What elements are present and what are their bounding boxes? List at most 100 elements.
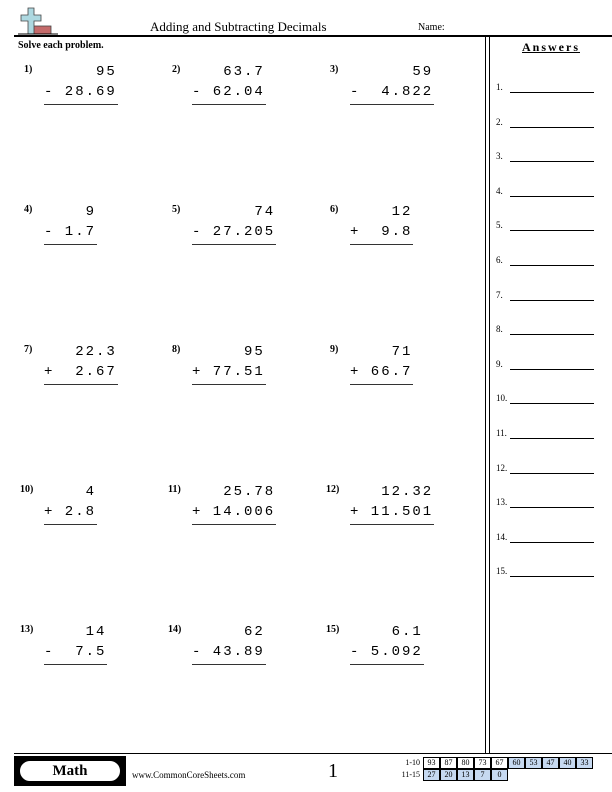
problem-number: 5) [172,204,181,215]
answer-input-line[interactable] [510,541,594,543]
score-cell: 93 [423,757,440,769]
problem-bottom-operand: + 77.51 [192,364,265,380]
answer-input-line[interactable] [510,299,594,301]
answers-title: Answers [522,40,580,54]
answer-input-line[interactable] [510,507,594,509]
problem-bottom-operand: - 1.7 [44,224,97,240]
answer-rule [192,104,266,105]
answer-rule [350,524,434,525]
problem-bottom-operand: + 2.8 [44,504,97,520]
problem-bottom-operand: - 43.89 [192,644,265,660]
problem-number: 7) [24,344,33,355]
column-divider [485,37,486,753]
problem-top-operand: 59 [350,64,434,80]
problem-top-operand: 95 [44,64,117,80]
problem-number: 4) [24,204,33,215]
answer-rule [192,524,276,525]
problem-top-operand: 25.78 [192,484,276,500]
problem-number: 1) [24,64,33,75]
answer-input-line[interactable] [510,92,594,93]
answer-label: 15. [496,566,508,577]
problem-number: 2) [172,64,181,75]
problem-number: 10) [20,484,34,495]
answer-input-line[interactable] [510,368,594,370]
answer-rule [44,104,118,105]
answer-label: 7. [496,289,503,300]
problem-number: 9) [330,344,339,355]
problem-top-operand: 4 [44,484,97,500]
score-range-label: 1-10 [405,758,420,767]
problem-bottom-operand: - 62.04 [192,84,265,100]
answer-label: 4. [496,185,503,196]
score-cell: 47 [542,757,559,769]
problem-number: 3) [330,64,339,75]
problem-number: 15) [326,624,340,635]
answer-input-line[interactable] [510,230,594,232]
problem-bottom-operand: - 27.205 [192,224,276,240]
answer-label: 13. [496,497,508,508]
answer-input-line[interactable] [510,195,594,197]
problem-bottom-operand: + 9.8 [350,224,413,240]
answer-label: 9. [496,358,503,369]
problem-top-operand: 71 [350,344,413,360]
problem-top-operand: 14 [44,624,107,640]
answer-label: 10. [496,393,508,404]
problem-number: 6) [330,204,339,215]
plus-eraser-logo-icon [18,7,58,35]
problem-bottom-operand: - 4.822 [350,84,434,100]
problem-top-operand: 12 [350,204,413,220]
answer-input-line[interactable] [510,403,594,405]
problem-bottom-operand: - 28.69 [44,84,117,100]
footer-divider [14,753,612,754]
score-cell: 20 [440,769,457,781]
score-cell: 60 [508,757,525,769]
answer-rule [192,664,266,665]
answer-rule [350,384,413,385]
answer-rule [350,104,434,105]
problem-top-operand: 9 [44,204,97,220]
problem-bottom-operand: - 7.5 [44,644,107,660]
score-cell: 0 [491,769,508,781]
answer-rule [192,244,276,245]
problem-top-operand: 62 [192,624,265,640]
answer-label: 5. [496,220,503,231]
answer-input-line[interactable] [510,576,594,578]
answer-input-line[interactable] [510,472,594,474]
problem-bottom-operand: + 66.7 [350,364,413,380]
answer-rule [44,664,107,665]
name-label: Name: [418,22,445,33]
answer-rule [44,384,118,385]
problem-bottom-operand: + 14.006 [192,504,276,520]
answer-label: 14. [496,531,508,542]
score-cell: 80 [457,757,474,769]
problem-bottom-operand: + 11.501 [350,504,434,520]
score-cell: 73 [474,757,491,769]
answer-label: 2. [496,116,503,127]
problem-bottom-operand: + 2.67 [44,364,117,380]
column-divider [489,37,490,753]
problem-top-operand: 95 [192,344,265,360]
answer-input-line[interactable] [510,126,594,128]
instructions: Solve each problem. [18,40,104,51]
score-cell: 33 [576,757,593,769]
answer-label: 1. [496,82,503,92]
subject-badge: Math [18,759,122,783]
header-divider [14,35,612,37]
answer-input-line[interactable] [510,334,594,336]
score-cell: 13 [457,769,474,781]
answer-label: 12. [496,462,508,473]
problem-top-operand: 6.1 [350,624,423,640]
problem-number: 8) [172,344,181,355]
answer-rule [44,244,97,245]
answer-label: 6. [496,255,503,265]
answer-rule [44,524,97,525]
score-cell: 27 [423,769,440,781]
problem-number: 13) [20,624,34,635]
answer-input-line[interactable] [510,438,594,439]
answer-rule [350,664,424,665]
problem-top-operand: 74 [192,204,276,220]
answer-input-line[interactable] [510,161,594,163]
answer-input-line[interactable] [510,265,594,266]
answer-label: 3. [496,151,503,162]
problem-top-operand: 22.3 [44,344,117,360]
